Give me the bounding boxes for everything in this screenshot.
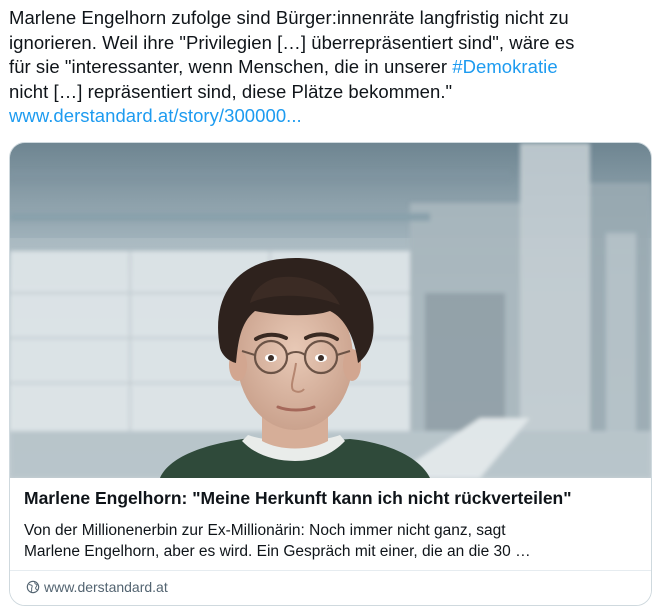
post-text-line-4: nicht […] repräsentiert sind, diese Plät…	[9, 80, 453, 102]
card-domain-label: www.derstandard.at	[44, 579, 168, 595]
post-text-line-3: für sie "interessanter, wenn Menschen, d…	[9, 55, 649, 80]
card-description: Von der Millionenerbin zur Ex-Millionäri…	[24, 520, 639, 562]
card-domain[interactable]: www.derstandard.at	[26, 579, 168, 595]
card-description-line-2: Marlene Engelhorn, aber es wird. Ein Ges…	[24, 543, 531, 560]
globe-icon	[26, 580, 40, 594]
card-divider	[10, 570, 651, 571]
post-text-line-1: Marlene Engelhorn zufolge sind Bürger:in…	[9, 7, 569, 28]
article-url-link[interactable]: www.derstandard.at/story/300000...	[9, 104, 649, 129]
post-text: Marlene Engelhorn zufolge sind Bürger:in…	[9, 6, 649, 129]
card-image[interactable]	[10, 143, 651, 478]
card-description-line-1: Von der Millionenerbin zur Ex-Millionäri…	[24, 522, 506, 539]
post-text-line-3-prefix: für sie "interessanter, wenn Menschen, d…	[9, 56, 453, 77]
post-text-line-2: ignorieren. Weil ihre "Privilegien […] ü…	[9, 31, 575, 53]
card-body[interactable]: Marlene Engelhorn: "Meine Herkunft kann …	[10, 478, 651, 605]
card-title[interactable]: Marlene Engelhorn: "Meine Herkunft kann …	[24, 488, 639, 509]
hashtag-link[interactable]: #Demokratie	[452, 56, 557, 77]
link-preview-card[interactable]: Marlene Engelhorn: "Meine Herkunft kann …	[9, 142, 652, 606]
card-photo	[10, 143, 651, 478]
